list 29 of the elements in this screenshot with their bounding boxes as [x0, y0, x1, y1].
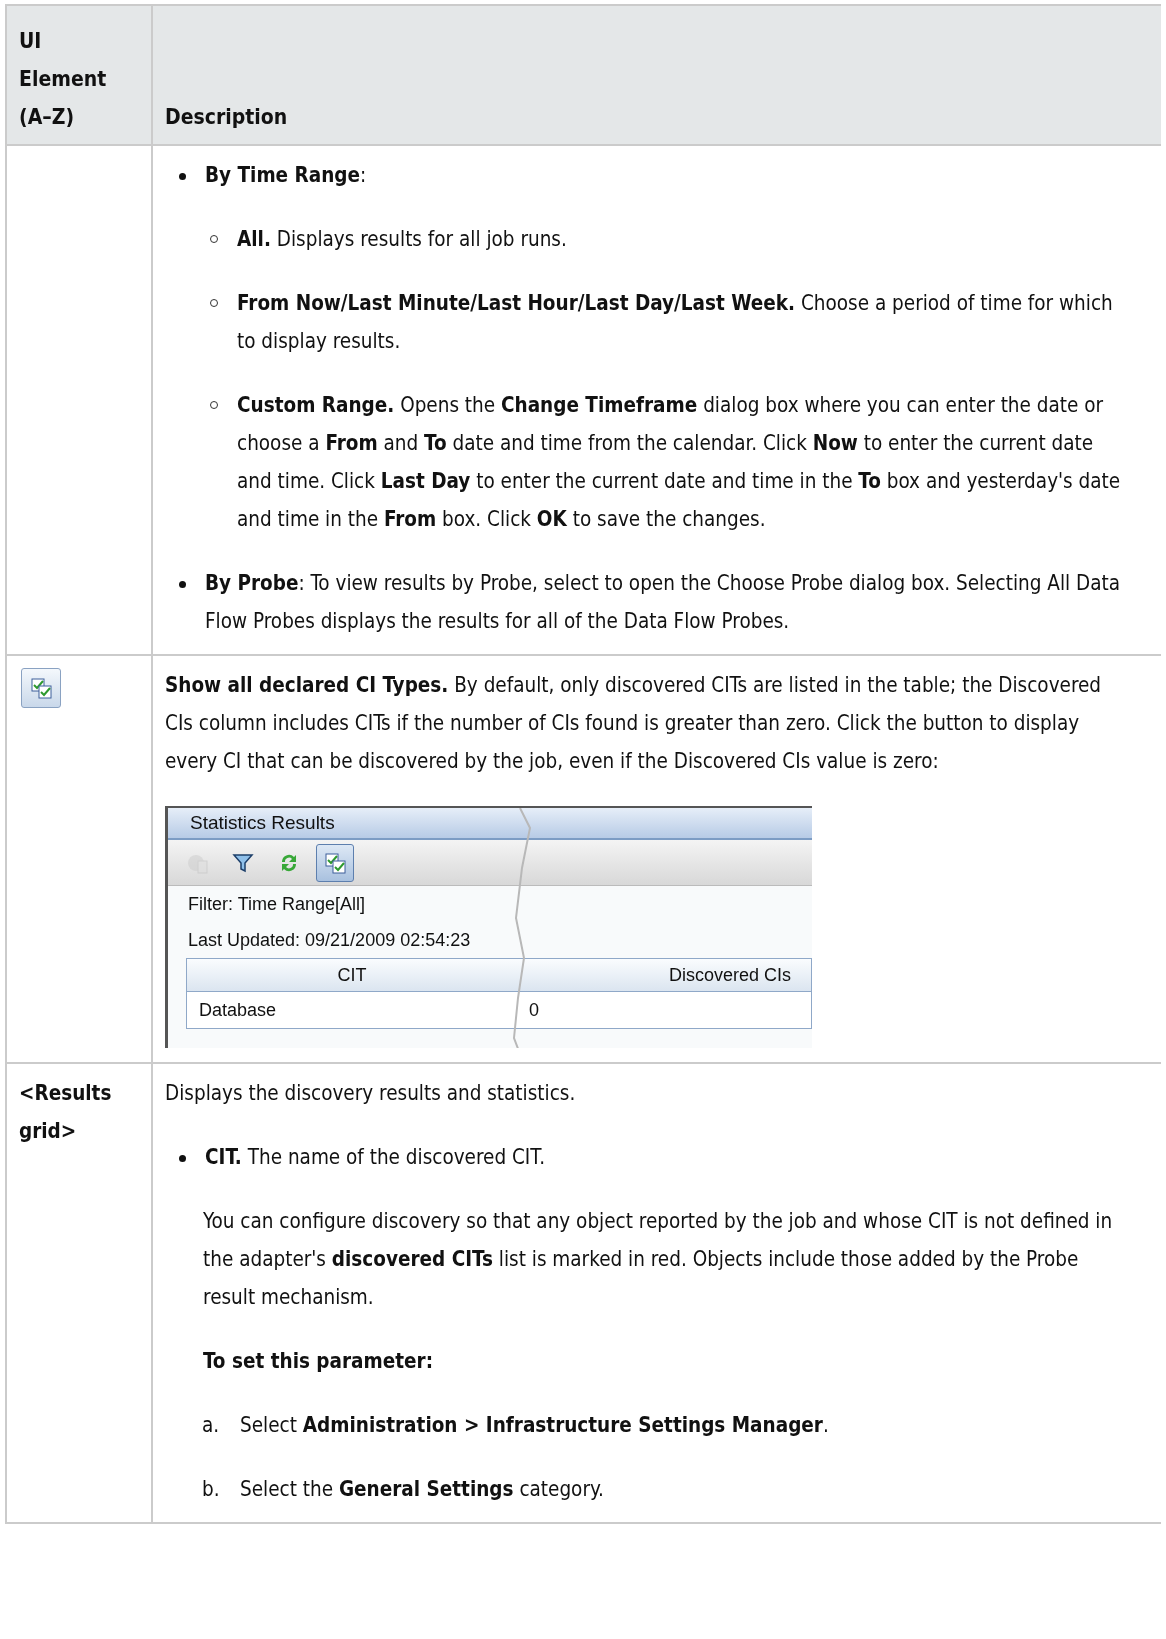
bullet-icon: [179, 581, 186, 588]
show-all-types-button[interactable]: [21, 668, 61, 708]
paragraph: Show all declared CI Types. By default, only discovered CITs are listed in the table; the Discovered CIs column includes CITs if the number of CIs found is greater than zero. Click the button to display every CI that can be discovered by the job, even if the Discovered CIs value is zero:: [165, 672, 1103, 775]
paragraph: You can configure discovery so that any object reported by the job and whose CIT is not defined in the adapter's discovered CITs list is marked in red. Objects include those added by the Probe result mechanism.: [202, 1208, 1114, 1311]
step-text: Select the General Settings category.: [240, 1476, 604, 1503]
bullet-text: CIT. The name of the discovered CIT.: [205, 1144, 545, 1171]
step-marker: a.: [202, 1412, 221, 1439]
filter-label: Filter: Time Range[All]: [187, 893, 367, 916]
bullet-text: All. Displays results for all job runs.: [237, 226, 567, 253]
checkboxes-icon: [29, 676, 53, 700]
bullet-icon: [179, 1155, 186, 1162]
column-header: Description: [164, 104, 289, 131]
checkboxes-icon: [323, 850, 347, 875]
table-cell: Database: [187, 992, 517, 1028]
bullet-text: By Time Range:: [205, 162, 367, 189]
checkboxes-button[interactable]: [316, 843, 354, 882]
bullet-text: From Now/Last Minute/Last Hour/Last Day/Last Week. Choose a period of time for which to display results.: [237, 290, 1114, 355]
column-header: UI Element (A–Z): [7, 6, 153, 148]
panel-title: Statistics Results: [168, 808, 812, 840]
last-updated-label: Last Updated: 09/21/2009 02:54:23: [187, 929, 472, 952]
paragraph: Displays the discovery results and statistics.: [165, 1080, 577, 1107]
step-text: Select Administration > Infrastructure Settings Manager.: [240, 1412, 829, 1439]
bullet-text: By Probe: To view results by Probe, select to open the Choose Probe dialog box. Selecting All Data Flow Probes displays the results for all of the Data Flow Probes.: [205, 570, 1122, 635]
element-name: <Results grid>: [19, 1080, 113, 1145]
table-cell: 0: [517, 992, 811, 1028]
step-marker: b.: [202, 1476, 221, 1503]
procedure-heading: To set this parameter:: [202, 1348, 435, 1375]
bullet-icon: [179, 173, 186, 180]
bullet-text: Custom Range. Opens the Change Timeframe dialog box where you can enter the date or choose a From and To date and time from the calendar. Click Now to enter the current date and time. Click Last Day to enter the current date and time in the To box and yesterday's date and time in the From box. Click OK to save the changes.: [237, 392, 1122, 533]
